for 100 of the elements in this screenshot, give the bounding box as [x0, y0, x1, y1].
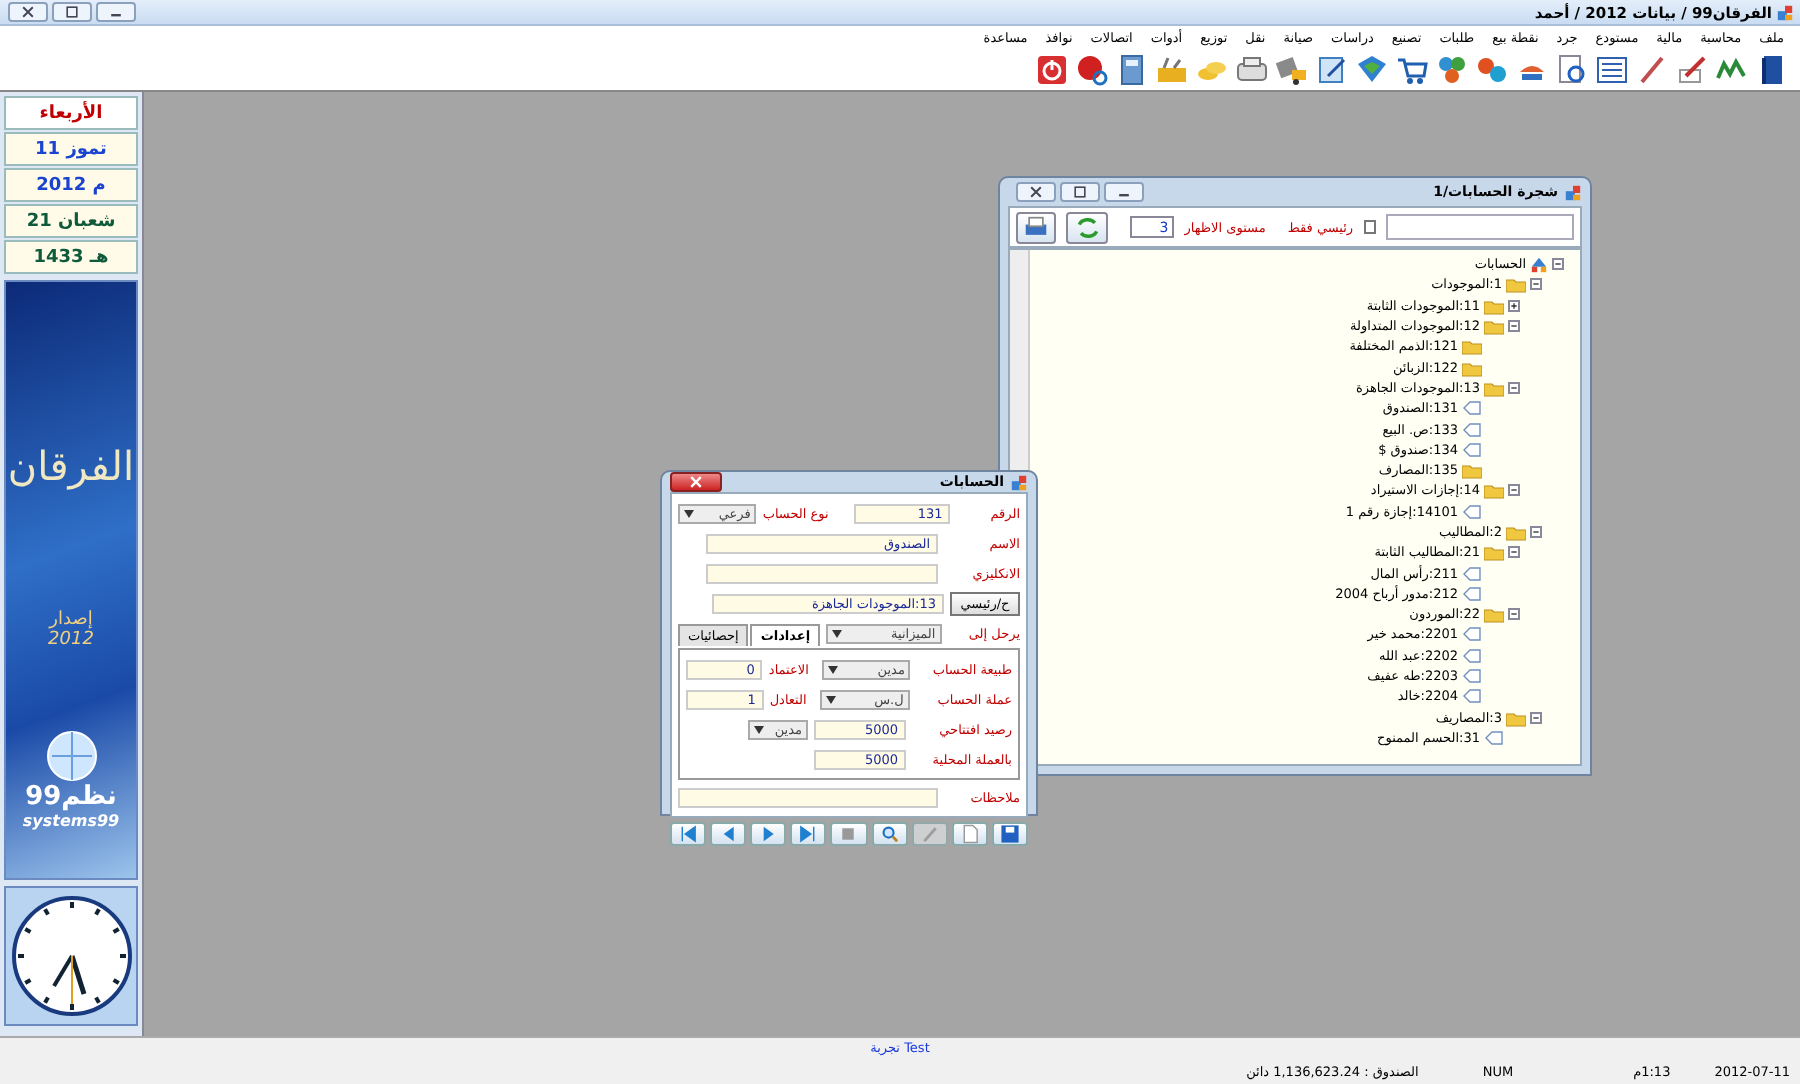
account-icon [1462, 501, 1482, 522]
collapse-toggle[interactable] [1508, 484, 1520, 497]
close-button[interactable] [8, 2, 48, 22]
cart-icon[interactable] [1396, 54, 1428, 86]
folder-icon [1484, 377, 1504, 398]
pencil-icon[interactable] [1636, 54, 1668, 86]
next-record-button[interactable] [750, 822, 787, 846]
window-icon [1010, 473, 1028, 491]
minus-icon [1532, 713, 1540, 722]
close-icon [20, 4, 36, 20]
expand-toggle[interactable] [1508, 299, 1520, 312]
refresh-icon [1075, 215, 1100, 239]
plus-icon [1510, 301, 1518, 310]
square-icon [838, 824, 859, 844]
collapse-toggle[interactable] [1530, 526, 1542, 538]
restore-button[interactable] [1060, 182, 1100, 202]
caret-icon [754, 725, 764, 733]
clock-drawing [9, 894, 133, 1018]
last-record-button[interactable] [790, 822, 827, 846]
search-field[interactable] [1386, 214, 1574, 240]
caret-icon [684, 509, 694, 517]
folder-icon [1506, 522, 1526, 542]
date-label: الأربعاء [4, 96, 138, 130]
list-icon[interactable] [1596, 54, 1628, 86]
caret-icon [828, 665, 839, 673]
minus-icon [1510, 548, 1518, 557]
edition-label: إصدار [49, 610, 93, 630]
collapse-toggle[interactable] [1508, 381, 1520, 394]
notes-field[interactable] [678, 787, 939, 807]
app-icon [1776, 3, 1794, 21]
book-icon[interactable] [1756, 54, 1788, 86]
folder-icon [1484, 316, 1504, 337]
magnifier-document-icon[interactable] [1556, 54, 1588, 86]
search-button[interactable] [871, 822, 908, 846]
date-label: 11 تموز [4, 132, 138, 166]
next-record-icon [758, 824, 779, 844]
caret-icon [832, 630, 843, 638]
page-icon [959, 824, 980, 844]
shapes-icon[interactable] [1476, 54, 1508, 86]
checkbox[interactable] [1363, 220, 1377, 234]
minus-icon [1554, 260, 1562, 269]
minus-icon [1510, 610, 1518, 619]
print-button[interactable] [1016, 211, 1057, 243]
folder-icon [1506, 707, 1526, 728]
power-icon[interactable] [1036, 54, 1068, 86]
account-icon [1462, 563, 1482, 584]
minus-icon [1510, 322, 1518, 331]
account-icon [1462, 419, 1482, 440]
date-label: 21 شعبان [4, 204, 138, 238]
account-icon [1462, 583, 1482, 604]
brand-name: systems99 [22, 812, 120, 830]
square-button[interactable] [830, 822, 868, 846]
calculator-icon[interactable] [1116, 54, 1148, 86]
account-icon [1484, 727, 1504, 748]
account-icon [1462, 624, 1482, 645]
printer-icon [1024, 215, 1049, 239]
previous-record-button[interactable] [710, 822, 747, 846]
pencil-paper-icon[interactable] [1676, 54, 1708, 86]
folder-icon [1484, 542, 1504, 563]
notepad-icon[interactable] [1316, 54, 1348, 86]
floppy-disk-button[interactable] [991, 822, 1028, 846]
collapse-toggle[interactable] [1552, 258, 1564, 271]
account-icon [1462, 398, 1482, 419]
globe-icon [45, 730, 97, 782]
collapse-toggle[interactable] [1530, 711, 1542, 724]
account-icon [1462, 645, 1482, 666]
collapse-toggle[interactable] [1508, 608, 1520, 621]
refresh-button[interactable] [1066, 211, 1108, 243]
minimize-button[interactable] [1104, 182, 1144, 202]
page-button[interactable] [951, 822, 988, 846]
minus-icon [1532, 528, 1540, 536]
last-record-icon [798, 824, 819, 844]
restore-button[interactable] [52, 2, 92, 22]
cash-register-icon[interactable] [1236, 54, 1268, 86]
minus-icon [1532, 280, 1540, 289]
close-button[interactable] [670, 472, 722, 492]
english-name-field[interactable] [706, 563, 938, 583]
close-button[interactable] [1016, 182, 1056, 202]
window-icon [1564, 183, 1582, 201]
account-icon [1462, 439, 1482, 460]
minimize-button[interactable] [96, 2, 136, 22]
tree-root-icon [1530, 255, 1548, 274]
collapse-toggle[interactable] [1508, 320, 1520, 333]
account-icon [1462, 686, 1482, 707]
brand-name: نظم99 [25, 782, 117, 812]
minus-icon [1510, 486, 1518, 495]
previous-record-icon [718, 824, 739, 844]
collapse-toggle[interactable] [1530, 278, 1542, 291]
first-record-button[interactable] [670, 822, 707, 846]
date-label: 1433 هـ [4, 240, 138, 274]
close-icon [1028, 184, 1044, 200]
date-label: 2012 م [4, 168, 138, 202]
toolbox-icon[interactable] [1156, 54, 1188, 86]
folder-icon [1506, 274, 1526, 295]
pencil-icon [919, 824, 940, 844]
folder-icon [1462, 336, 1482, 357]
collapse-toggle[interactable] [1508, 546, 1520, 559]
folder-icon [1484, 295, 1504, 316]
restore-icon [64, 4, 80, 20]
folder-icon [1462, 357, 1482, 378]
